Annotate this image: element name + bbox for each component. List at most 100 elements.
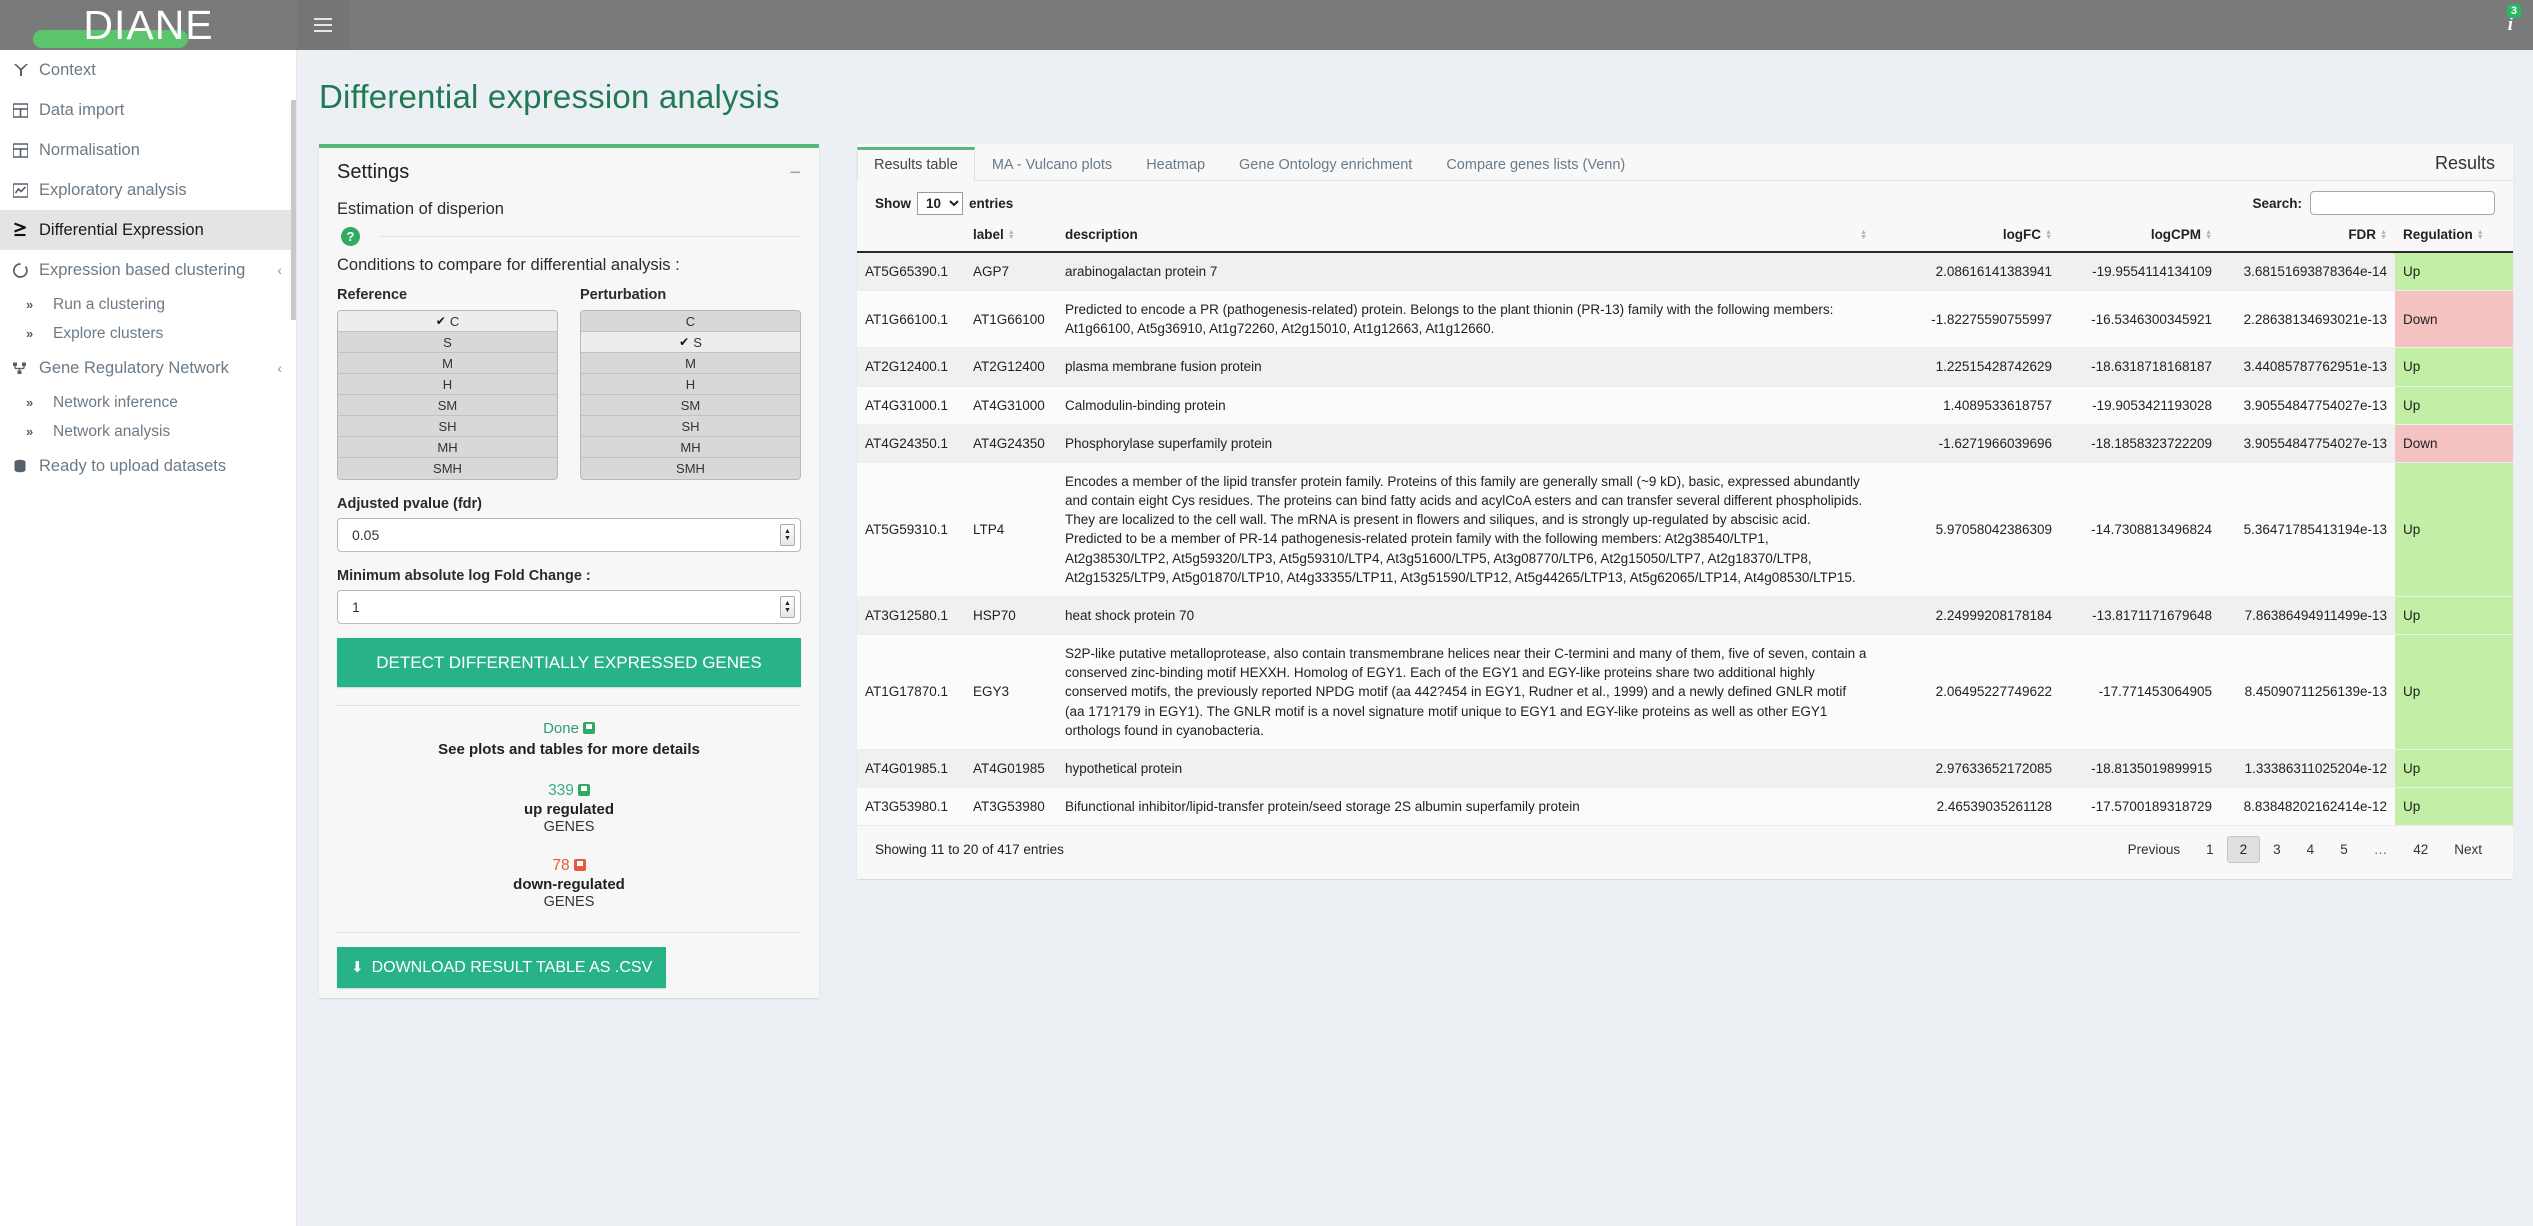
tab-heatmap[interactable]: Heatmap — [1129, 147, 1222, 181]
pagination-page-5[interactable]: 5 — [2327, 836, 2361, 863]
pagination-previous[interactable]: Previous — [2115, 836, 2194, 863]
reference-option-h[interactable]: H — [338, 374, 557, 395]
table-row[interactable]: AT1G66100.1 AT1G66100 Predicted to encod… — [857, 290, 2513, 349]
sidebar-item-label: Normalisation — [39, 140, 140, 159]
cell-fdr: 3.44085787762951e-13 — [2220, 347, 2395, 387]
perturbation-option-m[interactable]: M — [581, 353, 800, 374]
logfc-input[interactable] — [350, 598, 780, 616]
main-content: Differential expression analysis Setting… — [297, 50, 2533, 1226]
reference-option-list[interactable]: ✔ C S M H SM SH MH SMH — [337, 310, 558, 480]
sidebar-item-gene-regulatory-network[interactable]: Gene Regulatory Network ‹ — [0, 348, 296, 388]
col-header-id[interactable] — [857, 221, 965, 253]
logfc-field-wrap[interactable]: ▲ ▼ — [337, 590, 801, 624]
show-entries-control[interactable]: Show 10 entries — [875, 191, 1014, 215]
sidebar-item-differential-expression[interactable]: Differential Expression — [0, 210, 296, 250]
table-row[interactable]: AT3G53980.1 AT3G53980 Bifunctional inhib… — [857, 787, 2513, 827]
chevron-down-icon[interactable]: ▼ — [784, 535, 791, 542]
sidebar-item-normalisation[interactable]: Normalisation — [0, 130, 296, 170]
sidebar-subitem-label: Network analysis — [53, 422, 171, 440]
download-csv-button[interactable]: ⬇ DOWNLOAD RESULT TABLE AS .CSV — [337, 947, 667, 989]
reference-option-m[interactable]: M — [338, 353, 557, 374]
tab-ma-vulcano-plots[interactable]: MA - Vulcano plots — [975, 147, 1129, 181]
sidebar-item-context[interactable]: Context — [0, 50, 296, 90]
fdr-stepper[interactable]: ▲ ▼ — [780, 524, 795, 546]
pagination-page-2[interactable]: 2 — [2226, 836, 2261, 864]
perturbation-option-sm[interactable]: SM — [581, 395, 800, 416]
sidebar-subitem-run-a-clustering[interactable]: » Run a clustering — [0, 290, 296, 319]
table-row[interactable]: AT1G17870.1 EGY3 S2P-like putative metal… — [857, 634, 2513, 750]
chevron-down-icon[interactable]: ▼ — [784, 607, 791, 614]
question-icon[interactable]: ? — [341, 227, 360, 246]
chevron-up-icon[interactable]: ▲ — [784, 528, 791, 535]
entries-label: entries — [969, 195, 1014, 211]
reference-option-smh[interactable]: SMH — [338, 458, 557, 479]
sidebar-toggle-button[interactable] — [297, 0, 349, 50]
table-row[interactable]: AT4G24350.1 AT4G24350 Phosphorylase supe… — [857, 424, 2513, 463]
sidebar-item-data-import[interactable]: Data import — [0, 90, 296, 130]
table-row[interactable]: AT5G65390.1 AGP7 arabinogalactan protein… — [857, 252, 2513, 292]
logfc-stepper[interactable]: ▲ ▼ — [780, 596, 795, 618]
chevron-up-icon[interactable]: ▲ — [784, 600, 791, 607]
double-chevron-right-icon: » — [26, 326, 34, 341]
cell-logfc: 5.97058042386309 — [1875, 462, 2060, 597]
pagination-page-3[interactable]: 3 — [2260, 836, 2294, 863]
tab-gene-ontology-enrichment[interactable]: Gene Ontology enrichment — [1222, 147, 1429, 181]
tab-results-table[interactable]: Results table — [857, 147, 975, 181]
col-header-label[interactable]: label ▲ ▼ — [965, 221, 1057, 253]
col-header-description[interactable]: description ▲ ▼ — [1057, 221, 1875, 253]
reference-option-mh[interactable]: MH — [338, 437, 557, 458]
sidebar-subitem-network-inference[interactable]: » Network inference — [0, 388, 296, 417]
status-subtext: See plots and tables for more details — [438, 741, 700, 759]
perturbation-option-sh[interactable]: SH — [581, 416, 800, 437]
app-logo[interactable]: DIANE — [0, 0, 297, 50]
reference-option-c[interactable]: ✔ C — [338, 311, 557, 332]
reference-option-label: C — [449, 313, 460, 329]
perturbation-option-mh[interactable]: MH — [581, 437, 800, 458]
fdr-field-wrap[interactable]: ▲ ▼ — [337, 518, 801, 552]
search-input[interactable] — [2310, 191, 2495, 215]
pagination-page-4[interactable]: 4 — [2294, 836, 2328, 863]
show-label: Show — [875, 195, 911, 211]
perturbation-option-s[interactable]: ✔ S — [581, 332, 800, 353]
tab-compare-genes-lists-venn[interactable]: Compare genes lists (Venn) — [1429, 147, 1642, 181]
header-info-area[interactable]: i 3 — [2502, 0, 2521, 50]
col-header-logfc[interactable]: logFC ▲ ▼ — [1875, 221, 2060, 253]
reference-option-sh[interactable]: SH — [338, 416, 557, 437]
sidebar-subitem-network-analysis[interactable]: » Network analysis — [0, 417, 296, 446]
pagination-page-42[interactable]: 42 — [2400, 836, 2441, 863]
table-row[interactable]: AT4G01985.1 AT4G01985 hypothetical prote… — [857, 749, 2513, 788]
reference-header: Reference — [337, 287, 408, 303]
minus-icon[interactable]: − — [789, 163, 801, 183]
detect-deg-button[interactable]: DETECT DIFFERENTIALLY EXPRESSED GENES — [337, 638, 801, 688]
sidebar-item-exploratory-analysis[interactable]: Exploratory analysis — [0, 170, 296, 210]
pagination-next[interactable]: Next — [2441, 836, 2495, 863]
table-row[interactable]: AT5G59310.1 LTP4 Encodes a member of the… — [857, 462, 2513, 597]
sidebar-item-expression-based-clustering[interactable]: Expression based clustering ‹ — [0, 250, 296, 290]
fdr-input[interactable] — [350, 526, 780, 544]
col-header-fdr[interactable]: FDR ▲ ▼ — [2220, 221, 2395, 253]
perturbation-option-list[interactable]: C ✔ S M H SM SH MH SMH — [580, 310, 801, 480]
perturbation-option-smh[interactable]: SMH — [581, 458, 800, 479]
table-footer: Showing 11 to 20 of 417 entries Previous… — [857, 826, 2513, 879]
perturbation-option-c[interactable]: C — [581, 311, 800, 332]
chevron-left-icon[interactable]: ‹ — [277, 262, 282, 278]
perturbation-option-label: C — [685, 313, 696, 329]
col-header-logcpm[interactable]: logCPM ▲ ▼ — [2060, 221, 2220, 253]
sidebar-subitem-explore-clusters[interactable]: » Explore clusters — [0, 319, 296, 348]
page-title: Differential expression analysis — [319, 78, 780, 115]
sidebar-item-ready-to-upload-datasets[interactable]: Ready to upload datasets — [0, 446, 296, 486]
table-row[interactable]: AT2G12400.1 AT2G12400 plasma membrane fu… — [857, 347, 2513, 387]
table-row[interactable]: AT3G12580.1 HSP70 heat shock protein 70 … — [857, 596, 2513, 636]
col-header-regulation[interactable]: Regulation ▲ ▼ — [2395, 221, 2513, 253]
reference-option-sm[interactable]: SM — [338, 395, 557, 416]
hamburger-icon — [314, 18, 332, 32]
table-row[interactable]: AT4G31000.1 AT4G31000 Calmodulin-binding… — [857, 386, 2513, 425]
sidebar-scrollbar[interactable] — [291, 100, 296, 320]
perturbation-option-h[interactable]: H — [581, 374, 800, 395]
chevron-left-icon[interactable]: ‹ — [277, 360, 282, 376]
pagination-page-1[interactable]: 1 — [2193, 836, 2227, 863]
reference-option-s[interactable]: S — [338, 332, 557, 353]
reference-column: Reference ✔ C S M H SM SH MH SMH — [337, 287, 558, 480]
conditions-selectors: Reference ✔ C S M H SM SH MH SMH Perturb… — [337, 287, 801, 480]
entries-per-page-select[interactable]: 10 — [917, 191, 963, 215]
